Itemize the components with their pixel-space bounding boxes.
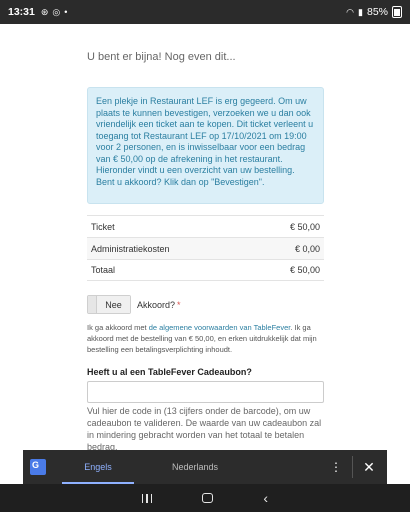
- google-translate-icon[interactable]: [30, 459, 46, 475]
- translate-bar: Engels Nederlands ⋮ ✕: [23, 450, 387, 484]
- order-row-ticket: Ticket € 50,00: [87, 215, 324, 237]
- gift-card-code-input[interactable]: [87, 381, 324, 403]
- agree-row: Nee Akkoord? *: [87, 295, 181, 314]
- status-notification-icons: ⊛ ◎ •: [41, 7, 68, 18]
- agree-toggle[interactable]: Nee: [87, 295, 131, 314]
- messenger-icon: ◎: [52, 6, 61, 17]
- agree-label-text: Akkoord?: [137, 299, 176, 310]
- order-row-total: Totaal € 50,00: [87, 259, 324, 281]
- wifi-icon: ◠: [346, 6, 355, 17]
- terms-prefix: Ik ga akkoord met: [87, 323, 149, 332]
- notification-icon: ⊛: [40, 6, 49, 17]
- toggle-knob: [88, 296, 97, 313]
- recents-icon[interactable]: [141, 493, 153, 503]
- order-amount: € 50,00: [289, 221, 320, 232]
- signal-icon: ▮: [358, 6, 363, 17]
- back-icon[interactable]: ‹: [263, 491, 268, 505]
- required-marker: *: [177, 299, 181, 310]
- navigation-bar: ‹: [0, 484, 410, 512]
- order-label: Ticket: [91, 221, 115, 232]
- terms-link[interactable]: de algemene voorwaarden van TableFever: [149, 323, 291, 332]
- info-box: Een plekje in Restaurant LEF is erg gege…: [87, 87, 324, 204]
- status-time: 13:31: [8, 6, 35, 18]
- close-icon[interactable]: ✕: [359, 459, 379, 476]
- gift-card-heading: Heeft u al een TableFever Cadeaubon?: [87, 367, 252, 377]
- terms-text: Ik ga akkoord met de algemene voorwaarde…: [87, 322, 324, 355]
- battery-icon: [392, 6, 402, 18]
- dot-icon: •: [64, 7, 68, 17]
- order-row-admin: Administratiekosten € 0,00: [87, 237, 324, 259]
- page-content: U bent er bijna! Nog even dit... Een ple…: [0, 24, 410, 450]
- order-label: Administratiekosten: [91, 243, 170, 254]
- order-amount: € 50,00: [289, 265, 320, 275]
- status-system-icons: ◠ ▮ 85%: [346, 6, 402, 18]
- status-bar: 13:31 ⊛ ◎ • ◠ ▮ 85%: [0, 0, 410, 24]
- tab-english[interactable]: Engels: [58, 450, 138, 484]
- battery-level: 85%: [366, 6, 388, 18]
- more-vert-icon[interactable]: ⋮: [326, 461, 346, 473]
- agree-label: Akkoord? *: [137, 300, 181, 310]
- gift-card-help-text: Vul hier de code in (13 cijfers onder de…: [87, 406, 322, 450]
- order-summary-table: Ticket € 50,00 Administratiekosten € 0,0…: [87, 215, 324, 281]
- divider: [352, 456, 353, 478]
- tab-dutch[interactable]: Nederlands: [155, 450, 235, 484]
- page-subtitle: U bent er bijna! Nog even dit...: [87, 51, 236, 63]
- order-amount: € 0,00: [294, 243, 320, 254]
- order-label: Totaal: [91, 265, 116, 275]
- home-icon[interactable]: [202, 493, 214, 503]
- toggle-label: Nee: [97, 296, 130, 313]
